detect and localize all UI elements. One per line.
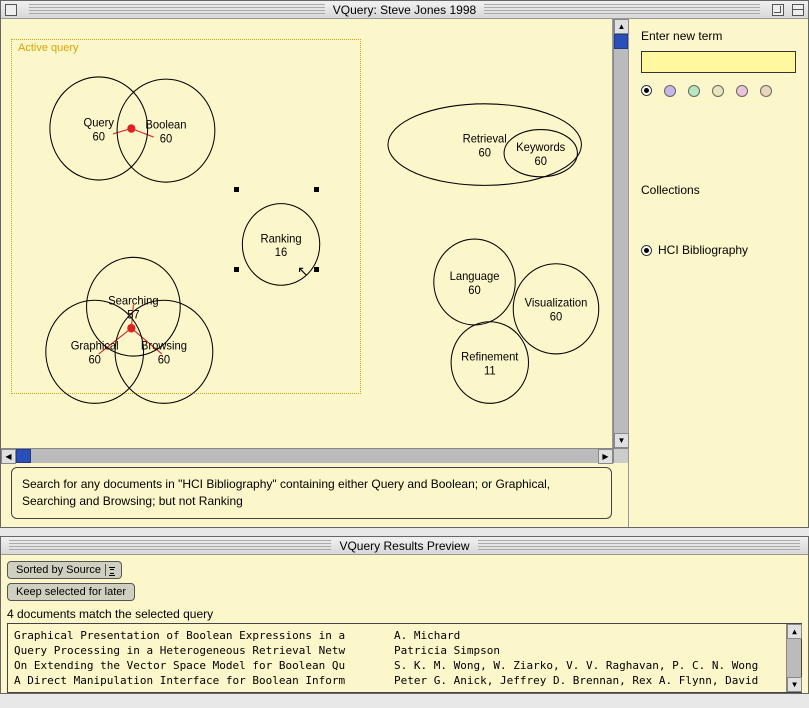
selection-handle[interactable] bbox=[234, 187, 239, 192]
selection-handle[interactable] bbox=[234, 267, 239, 272]
result-author: Peter G. Anick, Jeffrey D. Brennan, Rex … bbox=[394, 674, 795, 687]
term-label: Keywords bbox=[516, 142, 565, 154]
result-author: A. Michard bbox=[394, 629, 795, 642]
term-label: Refinement bbox=[461, 351, 519, 363]
results-list: ▲ ▼ Graphical Presentation of Boolean Ex… bbox=[7, 623, 802, 693]
terms-layer: Query60Boolean60Ranking16Searching57Grap… bbox=[1, 19, 612, 448]
query-explanation: Search for any documents in "HCI Bibliog… bbox=[11, 467, 612, 519]
titlebar-lines bbox=[413, 540, 801, 552]
term-count: 60 bbox=[478, 147, 490, 159]
results-titlebar[interactable]: VQuery Results Preview bbox=[1, 537, 808, 555]
titlebar-lines bbox=[403, 4, 761, 16]
scroll-down-icon[interactable]: ▼ bbox=[614, 433, 629, 448]
hscroll-track[interactable] bbox=[16, 449, 598, 463]
vscroll-track[interactable] bbox=[787, 639, 801, 677]
result-author: Patricia Simpson bbox=[394, 644, 795, 657]
result-row[interactable]: Graphical Presentation of Boolean Expres… bbox=[8, 628, 801, 643]
color-radio[interactable] bbox=[641, 85, 652, 96]
canvas-hscroll[interactable]: ◀ ▶ bbox=[1, 448, 613, 463]
results-window: VQuery Results Preview Sorted by Source … bbox=[0, 536, 809, 694]
term-label: Boolean bbox=[145, 119, 186, 131]
result-row[interactable]: A Direct Manipulation Interface for Bool… bbox=[8, 673, 801, 688]
term-count: 60 bbox=[550, 311, 562, 323]
collection-name: HCI Bibliography bbox=[658, 243, 748, 257]
term-label: Query bbox=[84, 117, 115, 129]
term-label: Retrieval bbox=[463, 133, 507, 145]
color-swatch[interactable] bbox=[688, 85, 700, 97]
result-title: Graphical Presentation of Boolean Expres… bbox=[14, 629, 394, 642]
zoom-icon[interactable] bbox=[772, 4, 784, 16]
collection-item[interactable]: HCI Bibliography bbox=[641, 243, 796, 257]
side-panel: Enter new term Collections HCI Bibliogra… bbox=[628, 19, 808, 527]
scroll-down-icon[interactable]: ▼ bbox=[787, 677, 802, 692]
color-swatches bbox=[641, 85, 796, 97]
enter-term-label: Enter new term bbox=[641, 29, 796, 43]
term-count: 11 bbox=[484, 365, 496, 377]
term-label: Ranking bbox=[261, 233, 302, 245]
collapse-icon[interactable] bbox=[792, 4, 804, 16]
vscroll-track[interactable] bbox=[614, 34, 628, 433]
scroll-left-icon[interactable]: ◀ bbox=[1, 449, 16, 464]
selection-handle[interactable] bbox=[314, 187, 319, 192]
term-count: 60 bbox=[93, 131, 105, 143]
term-count: 60 bbox=[88, 354, 100, 366]
color-swatch[interactable] bbox=[736, 85, 748, 97]
intersection-dot[interactable] bbox=[127, 324, 135, 333]
vscroll-thumb[interactable] bbox=[614, 34, 628, 49]
term-count: 60 bbox=[160, 133, 172, 145]
collection-radio[interactable] bbox=[641, 245, 652, 256]
query-canvas[interactable]: Active query Query60Boolean60Ranking16Se… bbox=[1, 19, 613, 448]
hscroll-thumb[interactable] bbox=[16, 449, 31, 463]
term-count: 60 bbox=[534, 156, 546, 168]
term-count: 60 bbox=[468, 285, 480, 297]
vquery-window: VQuery: Steve Jones 1998 Active query Qu… bbox=[0, 0, 809, 528]
collections-label: Collections bbox=[641, 183, 796, 197]
color-swatch[interactable] bbox=[664, 85, 676, 97]
scroll-up-icon[interactable]: ▲ bbox=[614, 19, 629, 34]
result-title: Query Processing in a Heterogeneous Retr… bbox=[14, 644, 394, 657]
term-count: 60 bbox=[158, 354, 170, 366]
selection-handle[interactable] bbox=[314, 267, 319, 272]
result-title: On Extending the Vector Space Model for … bbox=[14, 659, 394, 672]
term-count: 16 bbox=[275, 247, 287, 259]
term-input[interactable] bbox=[641, 51, 796, 73]
titlebar[interactable]: VQuery: Steve Jones 1998 bbox=[1, 1, 808, 19]
results-vscroll[interactable]: ▲ ▼ bbox=[786, 624, 801, 692]
term-label: Language bbox=[450, 271, 500, 283]
result-title: A Direct Manipulation Interface for Bool… bbox=[14, 674, 394, 687]
color-swatch[interactable] bbox=[760, 85, 772, 97]
scroll-up-icon[interactable]: ▲ bbox=[787, 624, 802, 639]
canvas-vscroll[interactable]: ▲ ▼ bbox=[613, 19, 628, 448]
result-author: S. K. M. Wong, W. Ziarko, V. V. Raghavan… bbox=[394, 659, 795, 672]
result-row[interactable]: Query Processing in a Heterogeneous Retr… bbox=[8, 643, 801, 658]
term-label: Browsing bbox=[141, 340, 187, 352]
scroll-corner bbox=[613, 448, 628, 463]
scroll-right-icon[interactable]: ▶ bbox=[598, 449, 613, 464]
match-count-text: 4 documents match the selected query bbox=[7, 607, 802, 621]
term-label: Visualization bbox=[525, 297, 588, 309]
sort-select[interactable]: Sorted by Source bbox=[7, 561, 122, 579]
titlebar-lines bbox=[9, 540, 397, 552]
color-swatch[interactable] bbox=[712, 85, 724, 97]
keep-button[interactable]: Keep selected for later bbox=[7, 583, 135, 601]
close-icon[interactable] bbox=[5, 4, 17, 16]
result-row[interactable]: On Extending the Vector Space Model for … bbox=[8, 658, 801, 673]
intersection-dot[interactable] bbox=[127, 124, 135, 133]
term-label: Graphical bbox=[71, 340, 119, 352]
titlebar-lines bbox=[29, 4, 387, 16]
